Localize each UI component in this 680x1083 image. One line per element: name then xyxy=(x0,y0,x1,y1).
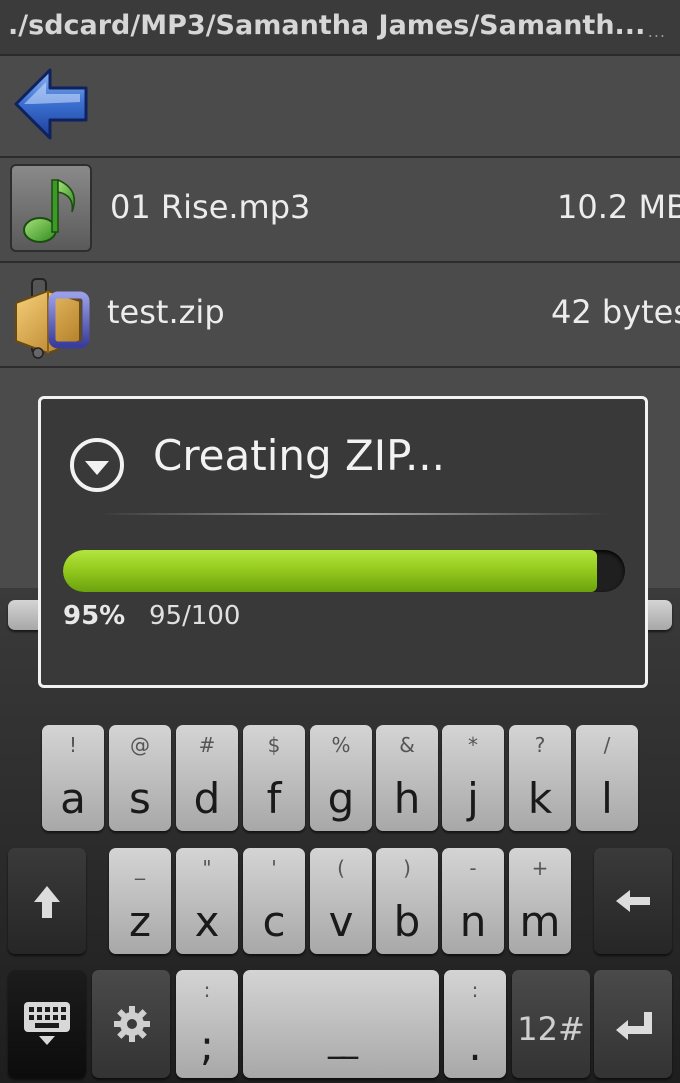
file-size: 42 bytes xyxy=(550,293,680,331)
key-z[interactable]: _ z xyxy=(109,848,171,954)
progress-percent: 95% xyxy=(63,601,126,631)
period-key[interactable]: :. xyxy=(444,970,506,1078)
progress-count: 95/100 xyxy=(149,601,241,631)
semicolon-key[interactable]: :; xyxy=(176,970,238,1078)
symbols-key[interactable]: 12# xyxy=(512,970,590,1078)
space-key-label: __ xyxy=(328,1020,358,1060)
key-d[interactable]: # d xyxy=(176,725,238,831)
key-v[interactable]: (v xyxy=(310,848,372,954)
keyboard-switch-key[interactable] xyxy=(8,970,86,1078)
gear-icon xyxy=(114,1006,150,1042)
key-k[interactable]: ? k xyxy=(509,725,571,831)
key-c[interactable]: ' c xyxy=(243,848,305,954)
overflow-indicator: ... xyxy=(647,22,666,41)
key-n[interactable]: -n xyxy=(442,848,504,954)
dialog-divider xyxy=(99,513,609,515)
file-name: test.zip xyxy=(107,293,225,331)
key-l[interactable]: / l xyxy=(576,725,638,831)
progress-bar xyxy=(63,550,625,592)
symbols-key-label: 12# xyxy=(517,1010,585,1048)
key-f[interactable]: $ f xyxy=(243,725,305,831)
keyboard-icon xyxy=(24,1002,70,1045)
progress-bar-fill xyxy=(63,550,597,592)
key-a[interactable]: ! a xyxy=(42,725,104,831)
key-m[interactable]: + m xyxy=(509,848,571,954)
zip-archive-icon xyxy=(15,278,90,359)
backspace-arrow-icon xyxy=(616,890,650,912)
file-size: 10.2 MB xyxy=(557,188,680,226)
path-titlebar: ./sdcard/MP3/Samantha James/Samanth... .… xyxy=(0,0,680,56)
key-x[interactable]: " x xyxy=(176,848,238,954)
key-j[interactable]: * j xyxy=(442,725,504,831)
file-row[interactable]: 01 Rise.mp3 10.2 MB xyxy=(0,158,680,263)
backspace-key[interactable] xyxy=(594,848,672,954)
shift-arrow-icon xyxy=(34,886,60,918)
shift-key[interactable] xyxy=(8,848,86,954)
file-name: 01 Rise.mp3 xyxy=(110,188,311,226)
key-s[interactable]: @ s xyxy=(109,725,171,831)
enter-icon xyxy=(616,1012,652,1040)
back-row[interactable] xyxy=(0,56,680,158)
chevron-down-circle-icon xyxy=(70,438,124,492)
progress-dialog: Creating ZIP... 95% 95/100 xyxy=(38,396,648,688)
space-key[interactable]: __ xyxy=(243,970,439,1078)
enter-key[interactable] xyxy=(594,970,672,1078)
music-file-icon-box xyxy=(10,164,92,252)
settings-key[interactable] xyxy=(92,970,170,1078)
dialog-title: Creating ZIP... xyxy=(153,431,446,480)
key-h[interactable]: & h xyxy=(376,725,438,831)
file-row[interactable]: test.zip 42 bytes xyxy=(0,263,680,368)
music-note-icon xyxy=(23,178,76,243)
current-path: ./sdcard/MP3/Samantha James/Samanth... xyxy=(8,10,646,41)
key-g[interactable]: % g xyxy=(310,725,372,831)
key-b[interactable]: ) b xyxy=(376,848,438,954)
back-arrow-icon[interactable] xyxy=(12,64,92,144)
